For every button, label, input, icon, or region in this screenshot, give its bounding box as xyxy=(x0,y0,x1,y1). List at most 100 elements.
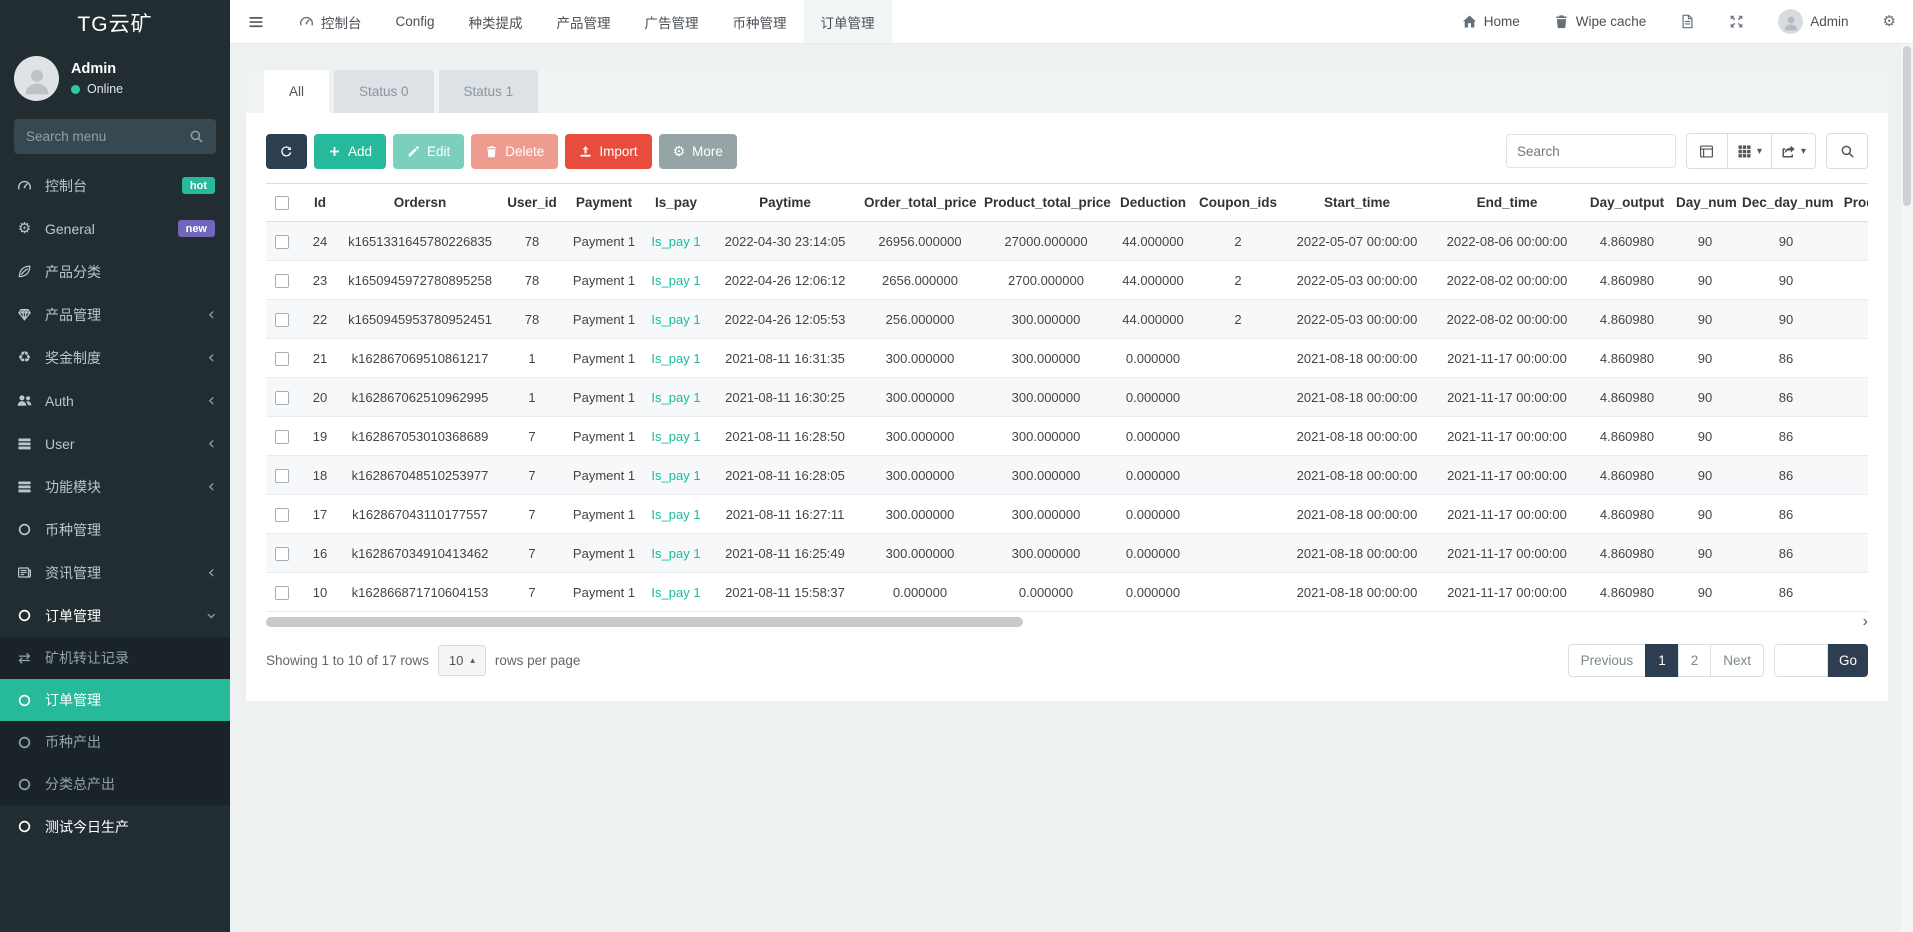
page-size-dropdown[interactable]: 10 ▴ xyxy=(438,645,486,676)
is-pay-link[interactable]: Is_pay 1 xyxy=(642,534,710,573)
menu-toggle-icon[interactable] xyxy=(230,0,282,43)
delete-button[interactable]: Delete xyxy=(471,134,558,169)
row-checkbox[interactable] xyxy=(275,391,289,405)
sidebar-item-category-total-output[interactable]: 分类总产出 xyxy=(0,763,230,805)
column-header-order-total-price[interactable]: Order_total_price xyxy=(860,184,980,222)
nav-settings-button[interactable]: ⚙ xyxy=(1866,0,1913,43)
row-checkbox[interactable] xyxy=(275,469,289,483)
sidebar-item-bonus-system[interactable]: ♻奖金制度‹ xyxy=(0,336,230,379)
sidebar-item-console[interactable]: 控制台hot xyxy=(0,164,230,207)
sidebar-item-product-category[interactable]: 产品分类 xyxy=(0,250,230,293)
detail-view-button[interactable] xyxy=(1686,133,1728,169)
sidebar-item-auth[interactable]: Auth‹ xyxy=(0,379,230,422)
column-header-dec-day-num[interactable]: Dec_day_num xyxy=(1738,184,1834,222)
nav-fullscreen-button[interactable] xyxy=(1712,0,1761,43)
nav-item-config[interactable]: Config xyxy=(379,0,452,43)
row-checkbox[interactable] xyxy=(275,235,289,249)
row-checkbox[interactable] xyxy=(275,313,289,327)
sidebar-item-user[interactable]: User‹ xyxy=(0,422,230,465)
column-header-ordersn[interactable]: Ordersn xyxy=(342,184,498,222)
goto-page-input[interactable] xyxy=(1774,644,1828,677)
nav-wipe-cache[interactable]: Wipe cache xyxy=(1537,0,1664,43)
table-row[interactable]: 22k165094595378095245178Payment 1Is_pay … xyxy=(266,300,1868,339)
row-checkbox[interactable] xyxy=(275,547,289,561)
nav-item-coin-management[interactable]: 币种管理 xyxy=(716,0,804,43)
edit-button[interactable]: Edit xyxy=(393,134,464,169)
export-button[interactable]: ▾ xyxy=(1772,133,1816,169)
row-checkbox[interactable] xyxy=(275,274,289,288)
nav-admin-menu[interactable]: Admin xyxy=(1761,0,1865,43)
column-header-start-time[interactable]: Start_time xyxy=(1282,184,1432,222)
tab-status-0[interactable]: Status 0 xyxy=(334,70,434,113)
nav-item-ad-management[interactable]: 广告管理 xyxy=(628,0,716,43)
sidebar-item-info-management[interactable]: 资讯管理‹ xyxy=(0,551,230,594)
nav-item-category-commission[interactable]: 种类提成 xyxy=(452,0,540,43)
is-pay-link[interactable]: Is_pay 1 xyxy=(642,417,710,456)
is-pay-link[interactable]: Is_pay 1 xyxy=(642,222,710,261)
page-button-2[interactable]: 2 xyxy=(1678,644,1712,677)
column-header-user-id[interactable]: User_id xyxy=(498,184,566,222)
tab-all[interactable]: All xyxy=(264,70,329,113)
is-pay-link[interactable]: Is_pay 1 xyxy=(642,573,710,612)
import-button[interactable]: Import xyxy=(565,134,651,169)
sidebar-item-order-management[interactable]: 订单管理‹ xyxy=(0,594,230,637)
go-button[interactable]: Go xyxy=(1828,644,1868,677)
is-pay-link[interactable]: Is_pay 1 xyxy=(642,495,710,534)
columns-button[interactable]: ▾ xyxy=(1728,133,1772,169)
next-page-button[interactable]: Next xyxy=(1710,644,1764,677)
table-row[interactable]: 24k165133164578022683578Payment 1Is_pay … xyxy=(266,222,1868,261)
is-pay-link[interactable]: Is_pay 1 xyxy=(642,339,710,378)
column-header-end-time[interactable]: End_time xyxy=(1432,184,1582,222)
is-pay-link[interactable]: Is_pay 1 xyxy=(642,261,710,300)
is-pay-link[interactable]: Is_pay 1 xyxy=(642,456,710,495)
chevron-right-icon[interactable]: › xyxy=(1863,613,1868,631)
sidebar-item-order-management-sub[interactable]: 订单管理 xyxy=(0,679,230,721)
sidebar-item-general[interactable]: ⚙Generalnew xyxy=(0,207,230,250)
row-checkbox[interactable] xyxy=(275,586,289,600)
nav-document-button[interactable] xyxy=(1663,0,1712,43)
column-header-payment[interactable]: Payment xyxy=(566,184,642,222)
horizontal-scrollbar-thumb[interactable] xyxy=(266,617,1023,627)
sidebar-item-coin-management[interactable]: 币种管理 xyxy=(0,508,230,551)
sidebar-item-test-today-production[interactable]: 测试今日生产 xyxy=(0,805,230,848)
nav-home[interactable]: Home xyxy=(1445,0,1537,43)
column-header-id[interactable]: Id xyxy=(298,184,342,222)
tab-status-1[interactable]: Status 1 xyxy=(439,70,539,113)
advanced-search-button[interactable] xyxy=(1826,133,1868,169)
more-button[interactable]: ⚙More xyxy=(659,134,737,169)
sidebar-item-coin-output[interactable]: 币种产出 xyxy=(0,721,230,763)
nav-item-order-management[interactable]: 订单管理 xyxy=(804,0,892,43)
table-row[interactable]: 21k1628670695108612171Payment 1Is_pay 12… xyxy=(266,339,1868,378)
refresh-button[interactable] xyxy=(266,134,307,169)
column-header-paytime[interactable]: Paytime xyxy=(710,184,860,222)
table-row[interactable]: 17k1628670431101775577Payment 1Is_pay 12… xyxy=(266,495,1868,534)
table-row[interactable]: 16k1628670349104134627Payment 1Is_pay 12… xyxy=(266,534,1868,573)
row-checkbox[interactable] xyxy=(275,430,289,444)
vertical-scrollbar-thumb[interactable] xyxy=(1903,46,1911,206)
table-row[interactable]: 10k1628668717106041537Payment 1Is_pay 12… xyxy=(266,573,1868,612)
column-header-product-id[interactable]: Product_id xyxy=(1834,184,1868,222)
table-row[interactable]: 23k165094597278089525878Payment 1Is_pay … xyxy=(266,261,1868,300)
nav-item-console[interactable]: 控制台 xyxy=(282,0,379,43)
sidebar-item-product-management[interactable]: 产品管理‹ xyxy=(0,293,230,336)
select-all-checkbox[interactable] xyxy=(275,196,289,210)
previous-page-button[interactable]: Previous xyxy=(1568,644,1647,677)
is-pay-link[interactable]: Is_pay 1 xyxy=(642,300,710,339)
column-header-is-pay[interactable]: Is_pay xyxy=(642,184,710,222)
sidebar-item-function-module[interactable]: 功能模块‹ xyxy=(0,465,230,508)
column-header-product-total-price[interactable]: Product_total_price xyxy=(980,184,1112,222)
sidebar-search-input[interactable]: Search menu xyxy=(14,119,216,154)
table-row[interactable]: 20k1628670625109629951Payment 1Is_pay 12… xyxy=(266,378,1868,417)
row-checkbox[interactable] xyxy=(275,508,289,522)
column-header-day-output[interactable]: Day_output xyxy=(1582,184,1672,222)
column-header-day-num[interactable]: Day_num xyxy=(1672,184,1738,222)
column-header-deduction[interactable]: Deduction xyxy=(1112,184,1194,222)
row-checkbox[interactable] xyxy=(275,352,289,366)
sidebar-item-miner-transfer-record[interactable]: ⇄矿机转让记录 xyxy=(0,637,230,679)
nav-item-product-management[interactable]: 产品管理 xyxy=(540,0,628,43)
table-row[interactable]: 19k1628670530103686897Payment 1Is_pay 12… xyxy=(266,417,1868,456)
table-row[interactable]: 18k1628670485102539777Payment 1Is_pay 12… xyxy=(266,456,1868,495)
add-button[interactable]: Add xyxy=(314,134,386,169)
is-pay-link[interactable]: Is_pay 1 xyxy=(642,378,710,417)
column-header-coupon-ids[interactable]: Coupon_ids xyxy=(1194,184,1282,222)
